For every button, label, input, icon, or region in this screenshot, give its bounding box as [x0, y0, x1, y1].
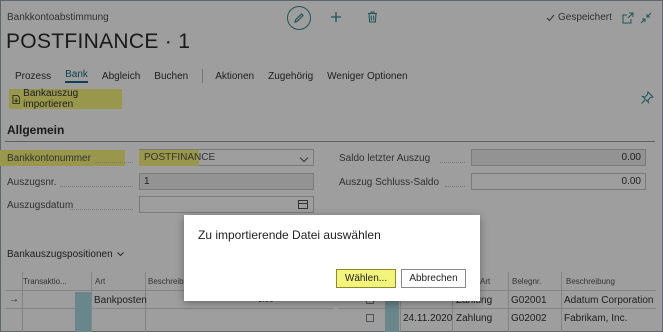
bank-account-value: POSTFINANCE [144, 152, 216, 163]
choose-button[interactable]: Wählen... [336, 269, 396, 288]
file-select-dialog: Zu importierende Datei auswählen Wählen.… [184, 215, 480, 301]
cancel-button[interactable]: Abbrechen [401, 269, 466, 288]
dialog-title: Zu importierende Datei auswählen [198, 228, 381, 242]
